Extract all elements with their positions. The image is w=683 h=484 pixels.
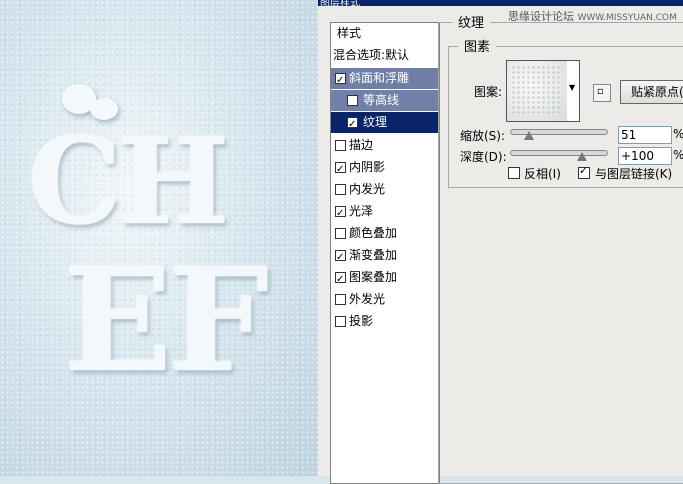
scale-input[interactable]: 51: [618, 126, 672, 144]
style-item-outer-glow[interactable]: 外发光: [331, 289, 439, 310]
pattern-dropdown-button[interactable]: ▼: [567, 60, 580, 122]
blend-options-item[interactable]: 混合选项:默认: [331, 45, 439, 66]
style-item-texture[interactable]: 纹理: [331, 112, 439, 135]
elements-group-title: 图素: [458, 36, 497, 55]
pattern-swatch[interactable]: [506, 60, 568, 122]
gradient-overlay-checkbox[interactable]: [335, 247, 346, 268]
scale-label: 缩放(S):: [460, 129, 506, 143]
depth-input[interactable]: +100: [618, 147, 672, 165]
style-item-inner-glow[interactable]: 内发光: [331, 179, 439, 200]
bevel-emboss-checkbox[interactable]: [335, 70, 346, 91]
pattern-overlay-checkbox[interactable]: [335, 269, 346, 290]
inner-glow-checkbox[interactable]: [335, 184, 346, 195]
stroke-checkbox[interactable]: [335, 140, 346, 151]
depth-slider[interactable]: [510, 150, 608, 156]
new-preset-button[interactable]: ▫: [593, 84, 611, 102]
depth-label: 深度(D):: [460, 150, 507, 164]
style-item-stroke[interactable]: 描边: [331, 135, 439, 156]
dialog-titlebar[interactable]: 图层样式: [318, 0, 683, 9]
link-with-layer-label: 与图层链接(K): [595, 167, 673, 181]
depth-percent: %: [673, 148, 683, 162]
style-item-inner-shadow[interactable]: 内阴影: [331, 157, 439, 180]
depth-slider-thumb[interactable]: [577, 152, 587, 161]
style-list-header[interactable]: 样式: [331, 23, 439, 44]
snow-text-line2: EF: [64, 238, 269, 404]
style-item-satin[interactable]: 光泽: [331, 201, 439, 224]
style-list: 样式 混合选项:默认 斜面和浮雕 等高线 纹理 描边 内阴影 内发光: [330, 22, 440, 484]
inner-shadow-checkbox[interactable]: [335, 159, 346, 180]
style-item-pattern-overlay[interactable]: 图案叠加: [331, 267, 439, 290]
layer-style-dialog: 图层样式 思缘设计论坛 WWW.MISSYUAN.COM 样式 混合选项:默认 …: [318, 0, 683, 484]
scale-percent: %: [673, 127, 683, 141]
canvas-preview: CH EF: [0, 0, 318, 476]
satin-checkbox[interactable]: [335, 203, 346, 224]
style-item-bevel-emboss[interactable]: 斜面和浮雕: [331, 68, 439, 91]
page-icon: ▫: [597, 86, 604, 97]
style-item-gradient-overlay[interactable]: 渐变叠加: [331, 245, 439, 268]
link-with-layer-checkbox[interactable]: [578, 164, 590, 179]
contour-checkbox[interactable]: [347, 95, 358, 106]
invert-checkbox[interactable]: [508, 167, 520, 179]
style-item-contour[interactable]: 等高线: [331, 90, 439, 111]
style-item-color-overlay[interactable]: 颜色叠加: [331, 223, 439, 244]
color-overlay-checkbox[interactable]: [335, 228, 346, 239]
snap-to-origin-button[interactable]: 贴紧原点(A): [620, 80, 683, 104]
style-item-drop-shadow[interactable]: 投影: [331, 311, 439, 332]
invert-label: 反相(I): [524, 167, 561, 181]
dialog-title: 图层样式: [320, 0, 360, 9]
texture-group-title: 纹理: [452, 12, 491, 31]
texture-checkbox[interactable]: [347, 114, 358, 135]
pattern-label: 图案:: [474, 85, 503, 99]
outer-glow-checkbox[interactable]: [335, 294, 346, 305]
drop-shadow-checkbox[interactable]: [335, 316, 346, 327]
snow-text-line1: CH: [28, 112, 229, 251]
triangle-down-icon: ▼: [569, 83, 576, 92]
scale-slider-thumb[interactable]: [524, 131, 535, 140]
